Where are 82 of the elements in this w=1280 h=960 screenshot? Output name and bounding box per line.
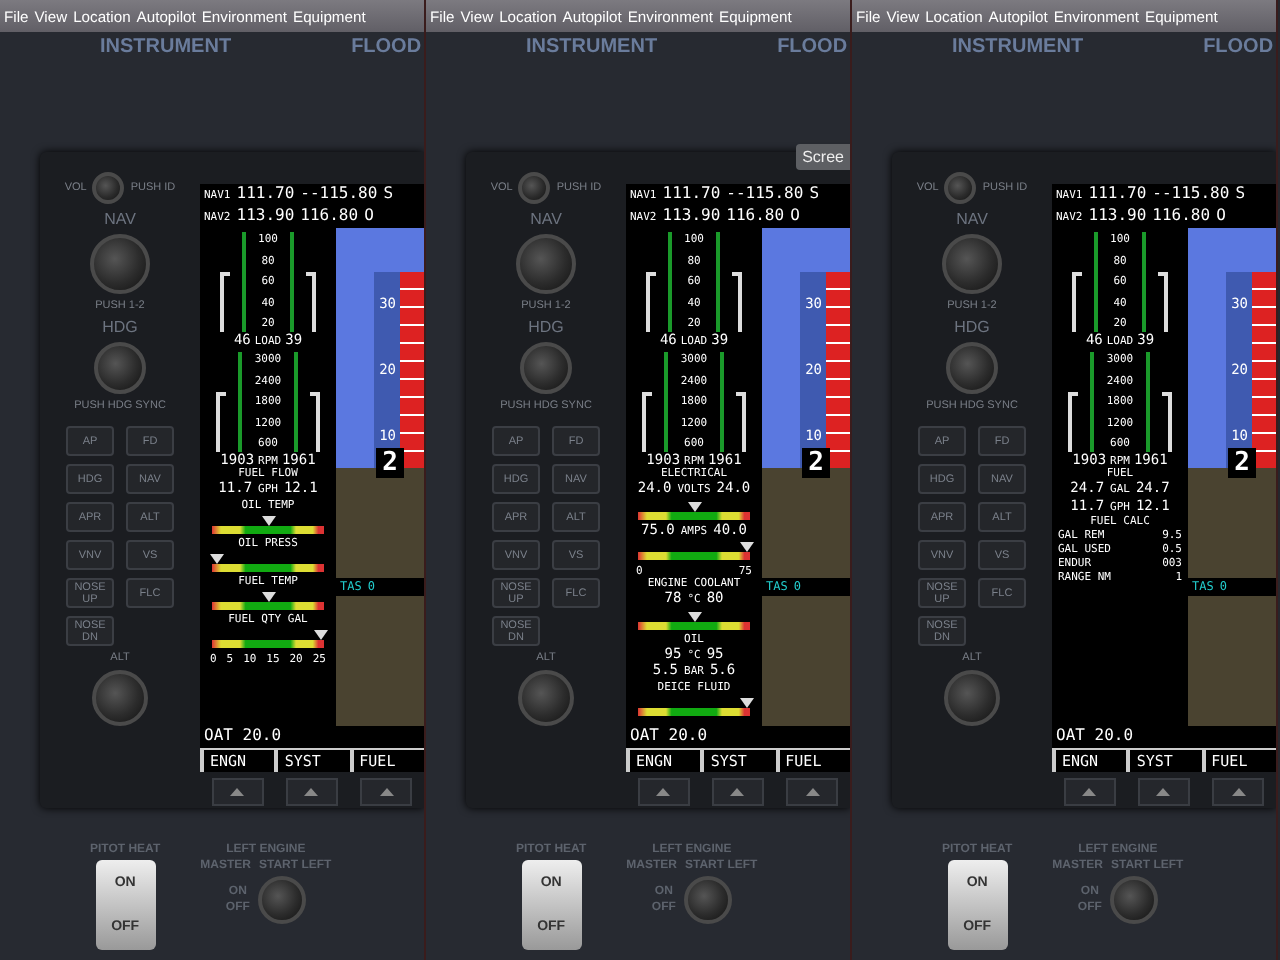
caret-icon (1231, 788, 1246, 796)
rotary-switch-icon[interactable] (257, 876, 306, 924)
knob-icon[interactable] (520, 342, 572, 394)
bracket-icon (220, 272, 231, 332)
frequency-label: S (809, 184, 820, 202)
bracket-icon (735, 392, 746, 452)
knob-icon[interactable] (944, 172, 977, 204)
speed-readout: 2 (1228, 448, 1256, 478)
softkey-button[interactable] (1137, 778, 1190, 806)
knob-label: HDG (528, 318, 564, 336)
knob-icon[interactable] (94, 342, 146, 394)
knob-icon[interactable] (516, 234, 576, 294)
standby-frequency: --115.80 (300, 184, 378, 202)
standby-frequency: 116.80 (300, 206, 359, 224)
standby-frequency: 116.80 (1152, 206, 1211, 224)
knob-icon[interactable] (946, 342, 998, 394)
frequency-label: O (1216, 206, 1226, 224)
softkey-button[interactable] (637, 778, 690, 806)
caret-icon (304, 788, 319, 796)
active-frequency: 111.70 (662, 184, 721, 202)
softkey-button[interactable] (211, 778, 264, 806)
bracket-icon (646, 272, 657, 332)
rotary-switch-icon[interactable] (683, 876, 732, 924)
bracket-icon (1157, 272, 1168, 332)
panel-label: FLOOD (777, 35, 848, 57)
bracket-icon (309, 392, 320, 452)
knob-icon[interactable] (944, 670, 1000, 726)
bracket-icon (305, 272, 316, 332)
knob-icon[interactable] (90, 234, 150, 294)
active-frequency: 113.90 (1088, 206, 1147, 224)
bracket-icon (1161, 392, 1172, 452)
oat-readout: OAT 20.0 (202, 726, 284, 748)
knob-label: NAV (956, 210, 988, 228)
frequency-label: S (383, 184, 394, 202)
panel-label: INSTRUMENT (100, 35, 232, 57)
standby-frequency: --115.80 (726, 184, 804, 202)
knob-icon[interactable] (92, 670, 148, 726)
active-frequency: 111.70 (1088, 184, 1147, 202)
knob-label: HDG (954, 318, 990, 336)
caret-icon (656, 788, 671, 796)
caret-icon (805, 788, 820, 796)
active-frequency: 113.90 (662, 206, 721, 224)
bracket-icon (1072, 272, 1083, 332)
speed-readout: 2 (802, 448, 830, 478)
knob-label: HDG (102, 318, 138, 336)
oat-readout: OAT 20.0 (628, 726, 710, 748)
softkey-button[interactable] (786, 778, 839, 806)
caret-icon (230, 788, 245, 796)
knob-icon[interactable] (518, 172, 551, 204)
caret-icon (730, 788, 745, 796)
standby-frequency: 116.80 (726, 206, 785, 224)
speed-readout: 2 (376, 448, 404, 478)
bracket-icon (216, 392, 227, 452)
bracket-icon (731, 272, 742, 332)
caret-icon (1082, 788, 1097, 796)
rotary-switch-icon[interactable] (1109, 876, 1158, 924)
standby-frequency: --115.80 (1152, 184, 1230, 202)
bracket-icon (1068, 392, 1079, 452)
bracket-icon (642, 392, 653, 452)
panel-label: FLOOD (351, 35, 422, 57)
softkey-button[interactable] (711, 778, 764, 806)
frequency-label: O (790, 206, 800, 224)
frequency-label: O (364, 206, 374, 224)
softkey-button[interactable] (360, 778, 413, 806)
panel-label: FLOOD (1203, 35, 1274, 57)
knob-label: NAV (530, 210, 562, 228)
tooltip: Scree (796, 144, 850, 170)
knob-icon[interactable] (92, 172, 125, 204)
knob-icon[interactable] (518, 670, 574, 726)
knob-icon[interactable] (942, 234, 1002, 294)
caret-icon (379, 788, 394, 796)
panel-label: INSTRUMENT (952, 35, 1084, 57)
frequency-label: S (1235, 184, 1246, 202)
active-frequency: 113.90 (236, 206, 295, 224)
knob-label: NAV (104, 210, 136, 228)
active-frequency: 111.70 (236, 184, 295, 202)
caret-icon (1156, 788, 1171, 796)
softkey-button[interactable] (285, 778, 338, 806)
oat-readout: OAT 20.0 (1054, 726, 1136, 748)
panel-label: INSTRUMENT (526, 35, 658, 57)
softkey-button[interactable] (1212, 778, 1265, 806)
softkey-button[interactable] (1063, 778, 1116, 806)
